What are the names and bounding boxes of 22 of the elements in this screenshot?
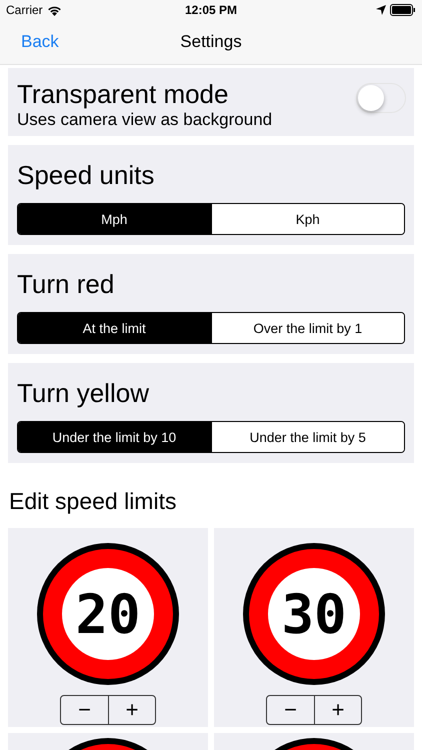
setting-title: Transparent mode <box>17 78 230 110</box>
setting-description: Uses camera view as background <box>17 110 272 130</box>
setting-title: Turn red <box>17 268 116 300</box>
decrement-button[interactable]: − <box>61 696 108 724</box>
segment-option[interactable]: Under the limit by 5 <box>210 422 404 452</box>
nav-title: Settings <box>180 32 242 52</box>
setting-title: Speed units <box>17 159 156 191</box>
speed-limit-sign: 30 <box>243 543 385 685</box>
segment-option[interactable]: At the limit <box>18 313 210 343</box>
status-time: 12:05 PM <box>184 3 238 17</box>
segment-option[interactable]: Mph <box>18 204 210 234</box>
speed-limit-sign: 20 <box>37 543 179 685</box>
setting-title: Turn yellow <box>17 377 150 409</box>
segment-option[interactable]: Over the limit by 1 <box>210 313 404 343</box>
segment-option[interactable]: Kph <box>210 204 404 234</box>
carrier-label: Carrier <box>6 3 43 17</box>
segment-option[interactable]: Under the limit by 10 <box>18 422 210 452</box>
increment-button[interactable]: + <box>314 696 361 724</box>
increment-button[interactable]: + <box>108 696 155 724</box>
decrement-button[interactable]: − <box>267 696 314 724</box>
back-button[interactable]: Back <box>0 32 59 52</box>
section-heading: Edit speed limits <box>8 487 178 516</box>
